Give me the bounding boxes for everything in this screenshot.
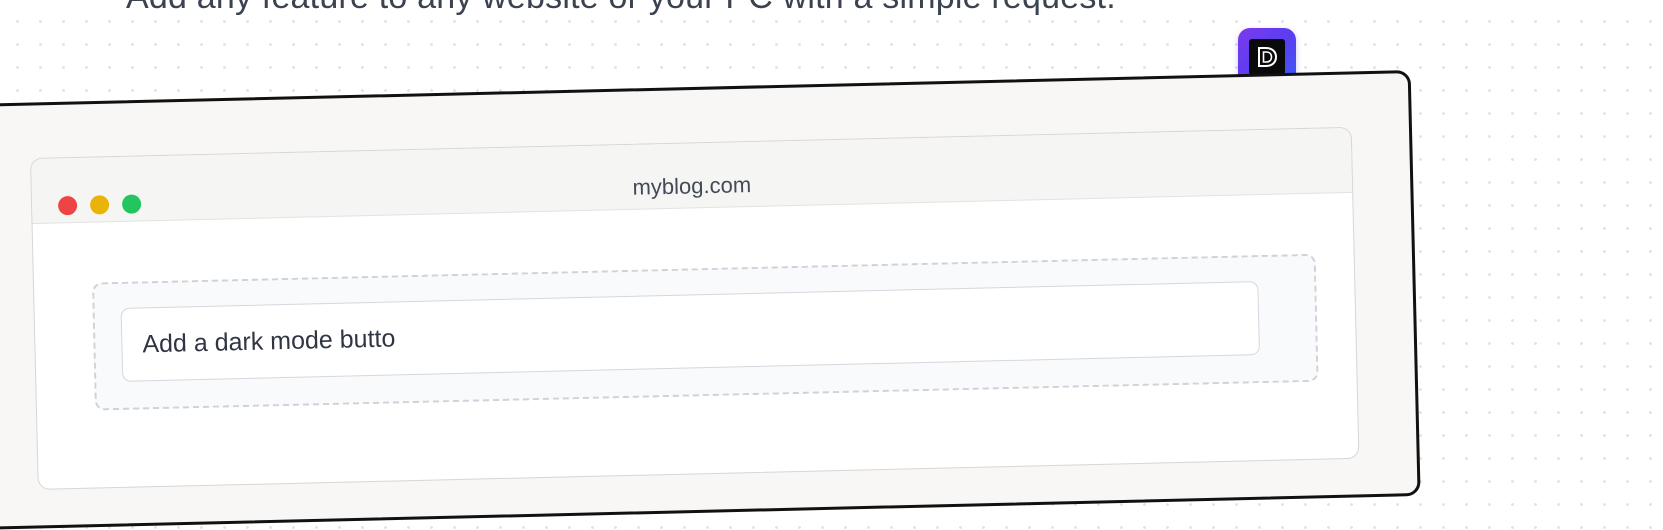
- browser-url: myblog.com: [632, 172, 752, 200]
- prompt-container: [91, 253, 1319, 411]
- logo-d-icon: [1258, 47, 1278, 67]
- browser-window: myblog.com: [30, 126, 1360, 490]
- feature-request-input[interactable]: [120, 281, 1260, 382]
- app-logo-mark: [1249, 39, 1285, 75]
- hero-headline: Add any feature to any website or your P…: [126, 0, 1116, 17]
